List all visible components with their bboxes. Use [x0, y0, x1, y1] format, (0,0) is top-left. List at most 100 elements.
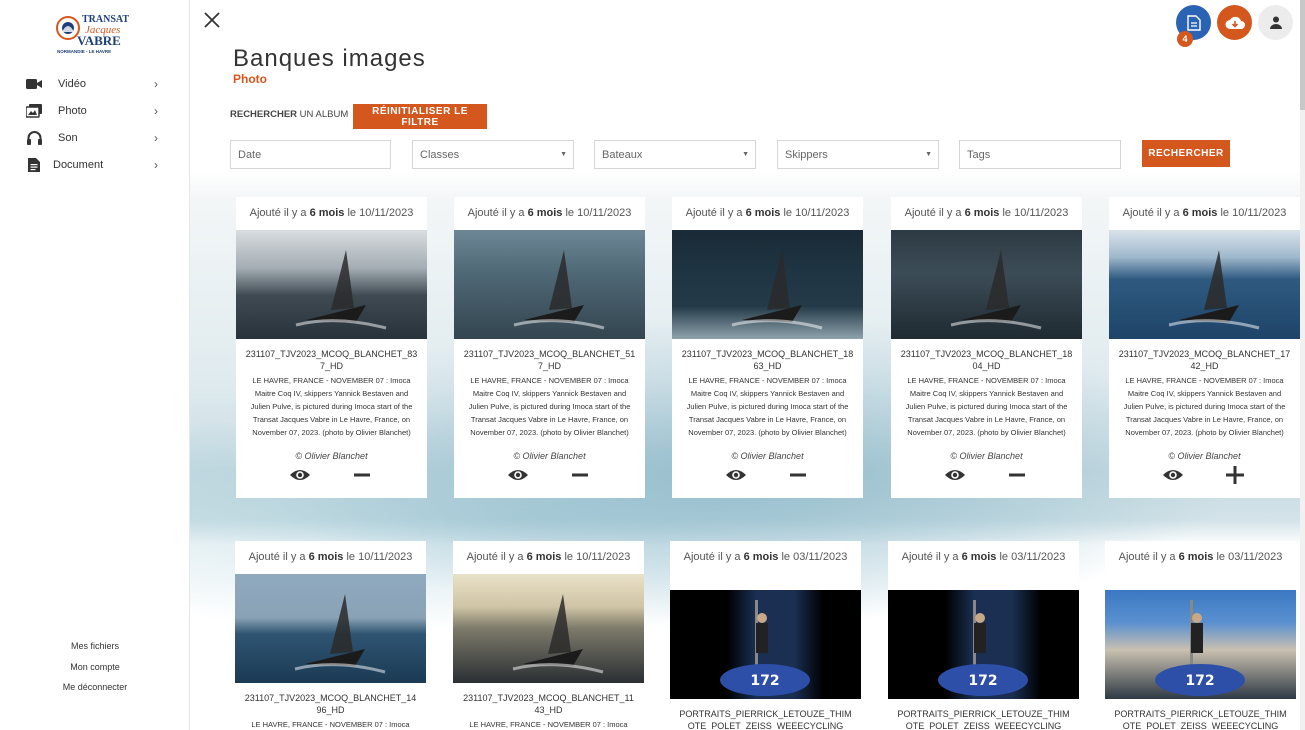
card-date-prefix: Ajouté il y a [904, 207, 965, 219]
card-filename: 231107_TJV2023_MCOQ_BLANCHET_1742_HD [1118, 349, 1291, 371]
close-icon[interactable] [202, 10, 222, 30]
chevron-right-icon: › [154, 130, 158, 145]
minus-icon[interactable] [1008, 466, 1026, 484]
minus-icon[interactable] [789, 466, 807, 484]
card-date-prefix: Ajouté il y a [685, 207, 746, 219]
svg-text:NORMANDIE - LE HAVRE: NORMANDIE - LE HAVRE [57, 49, 111, 54]
my-files-link[interactable]: Mes fichiers [0, 638, 190, 659]
image-thumbnail[interactable] [236, 230, 427, 339]
card-date-suffix: le 10/11/2023 [999, 207, 1069, 219]
card-date-age: 6 mois [964, 207, 1000, 219]
transat-jacques-vabre-logo[interactable]: TRANSAT Jacques VABRE NORMANDIE - LE HAV… [55, 10, 135, 56]
eye-icon[interactable] [508, 468, 528, 482]
user-account-button[interactable] [1258, 5, 1293, 40]
tags-field[interactable] [959, 140, 1121, 169]
thumbnail-picture [513, 250, 605, 330]
sidebar-item-label: Son [58, 131, 78, 144]
svg-text:VABRE: VABRE [77, 33, 121, 48]
card-date-prefix: Ajouté il y a [683, 551, 744, 563]
image-card: Ajouté il y a 6 mois le 10/11/2023 231107… [235, 541, 426, 730]
card-date-suffix: le 03/11/2023 [778, 551, 848, 563]
eye-icon[interactable] [1163, 468, 1183, 482]
download-button[interactable] [1217, 5, 1252, 40]
image-card: Ajouté il y a 6 mois le 03/11/2023 172 POR… [1105, 541, 1296, 730]
image-card: Ajouté il y a 6 mois le 03/11/2023 172 POR… [670, 541, 861, 730]
main-content: Banques images Photo RECHERCHER UN ALBUM… [190, 0, 1305, 730]
image-thumbnail[interactable] [453, 574, 644, 683]
document-icon [1186, 14, 1201, 31]
sidebar: TRANSAT Jacques VABRE NORMANDIE - LE HAV… [0, 0, 190, 730]
card-date: Ajouté il y a 6 mois le 10/11/2023 [453, 541, 644, 574]
card-date: Ajouté il y a 6 mois le 03/11/2023 [888, 541, 1079, 590]
search-label-bold: RECHERCHER [230, 109, 298, 120]
card-date-prefix: Ajouté il y a [1118, 551, 1179, 563]
card-date-prefix: Ajouté il y a [901, 551, 962, 563]
minus-icon[interactable] [571, 466, 589, 484]
card-description: LE HAVRE, FRANCE - NOVEMBER 07 : Imoca M… [905, 376, 1068, 437]
card-date: Ajouté il y a 6 mois le 03/11/2023 [1105, 541, 1296, 590]
card-filename: PORTRAITS_PIERRICK_LETOUZE_THIMOTE_POLET… [1114, 709, 1287, 730]
image-thumbnail[interactable]: 172 [1105, 590, 1296, 699]
caret-down-icon: ▼ [742, 151, 749, 158]
eye-icon[interactable] [726, 468, 746, 482]
skippers-select[interactable]: Skippers ▼ [777, 140, 939, 169]
card-actions [672, 464, 863, 490]
photo-icon [26, 103, 42, 118]
search-button[interactable]: RECHERCHER [1142, 140, 1230, 167]
minus-icon[interactable] [353, 466, 371, 484]
card-description: LE HAVRE, FRANCE - NOVEMBER 07 : Imoca [469, 720, 628, 729]
my-account-link[interactable]: Mon compte [0, 659, 190, 680]
card-date-prefix: Ajouté il y a [466, 551, 527, 563]
image-card: Ajouté il y a 6 mois le 10/11/2023 231107… [1109, 197, 1300, 498]
card-credit: © Olivier Blanchet [731, 451, 804, 461]
chevron-right-icon: › [154, 76, 158, 91]
caret-down-icon: ▼ [560, 151, 567, 158]
eye-icon[interactable] [945, 468, 965, 482]
bateaux-select[interactable]: Bateaux ▼ [594, 140, 756, 169]
card-description: LE HAVRE, FRANCE - NOVEMBER 07 : Imoca M… [250, 376, 413, 437]
image-thumbnail[interactable] [454, 230, 645, 339]
eye-icon[interactable] [290, 468, 310, 482]
sidebar-item-son[interactable]: Son › [0, 124, 190, 151]
image-thumbnail[interactable] [1109, 230, 1300, 339]
card-date-suffix: le 10/11/2023 [562, 207, 632, 219]
card-date-suffix: le 03/11/2023 [1213, 551, 1283, 563]
page-subtitle: Photo [233, 72, 267, 86]
image-thumbnail[interactable] [235, 574, 426, 683]
image-thumbnail[interactable] [672, 230, 863, 339]
svg-text:172: 172 [1185, 673, 1214, 689]
card-date-suffix: le 03/11/2023 [996, 551, 1066, 563]
card-date-suffix: le 10/11/2023 [344, 207, 414, 219]
date-field[interactable] [230, 140, 391, 169]
card-actions [891, 464, 1082, 490]
image-card: Ajouté il y a 6 mois le 10/11/2023 231107… [236, 197, 427, 498]
card-date: Ajouté il y a 6 mois le 10/11/2023 [454, 197, 645, 230]
card-date-age: 6 mois [1182, 207, 1218, 219]
reset-filter-button[interactable]: RÉINITIALISER LE FILTRE [353, 104, 487, 129]
image-thumbnail[interactable] [891, 230, 1082, 339]
plus-icon[interactable] [1226, 466, 1244, 484]
image-thumbnail[interactable]: 172 [888, 590, 1079, 699]
image-thumbnail[interactable]: 172 [670, 590, 861, 699]
thumbnail-picture: 172 [720, 600, 810, 696]
classes-select[interactable]: Classes ▼ [412, 140, 574, 169]
chevron-right-icon: › [154, 157, 158, 172]
card-date-prefix: Ajouté il y a [248, 551, 309, 563]
sidebar-item-document[interactable]: Document › [0, 151, 190, 178]
card-description: LE HAVRE, FRANCE - NOVEMBER 07 : Imoca M… [468, 376, 631, 437]
document-icon [26, 157, 42, 172]
thumbnail-picture: 172 [1155, 600, 1245, 696]
image-card: Ajouté il y a 6 mois le 10/11/2023 231107… [672, 197, 863, 498]
card-date-age: 6 mois [745, 207, 781, 219]
scrollbar-thumb[interactable] [1300, 0, 1305, 110]
sidebar-item-photo[interactable]: Photo › [0, 97, 190, 124]
card-actions [454, 464, 645, 490]
scrollbar[interactable] [1300, 0, 1305, 730]
logout-link[interactable]: Me déconnecter [0, 679, 190, 700]
svg-text:172: 172 [968, 673, 997, 689]
sidebar-item-video[interactable]: Vidéo › [0, 70, 190, 97]
thumbnail-picture: 172 [938, 600, 1028, 696]
card-filename: PORTRAITS_PIERRICK_LETOUZE_THIMOTE_POLET… [897, 709, 1070, 730]
thumbnail-picture [294, 594, 386, 674]
card-description: LE HAVRE, FRANCE - NOVEMBER 07 : Imoca M… [686, 376, 849, 437]
